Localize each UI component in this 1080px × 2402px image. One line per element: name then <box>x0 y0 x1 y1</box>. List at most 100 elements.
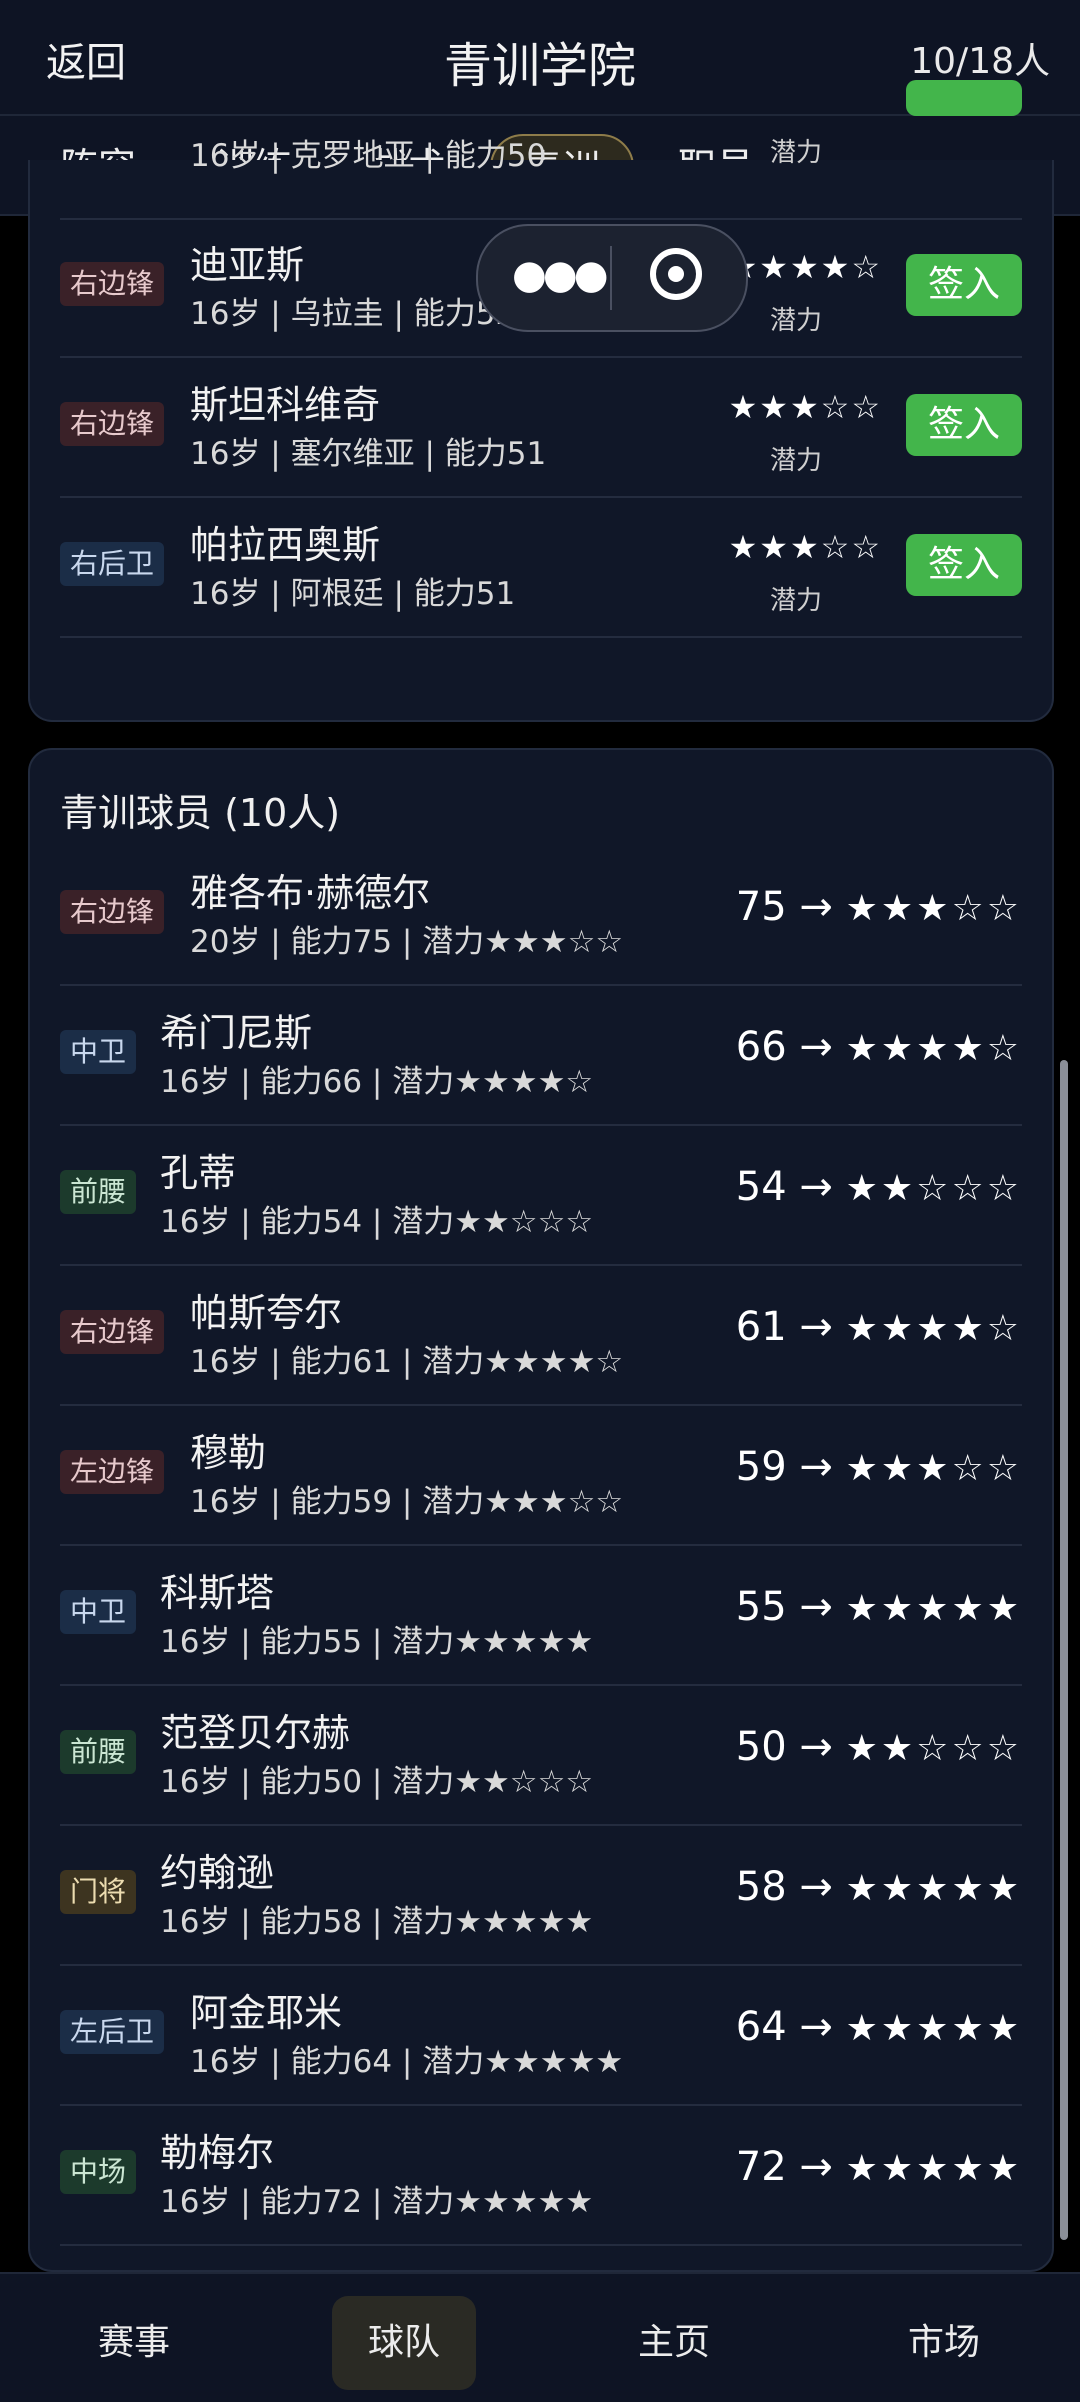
prospect-info: 16岁 | 乌拉圭 | 能力52 <box>190 296 516 332</box>
prospect-name: 迪亚斯 <box>190 243 305 287</box>
nav-home[interactable]: 主页 <box>602 2296 746 2390</box>
player-name: 约翰逊 <box>160 1851 275 1895</box>
position-badge: 右后卫 <box>60 542 165 586</box>
sign-button[interactable] <box>906 80 1022 116</box>
ability-potential: 58 → ★★★★★ <box>736 1864 1022 1910</box>
ability-value: 54 → <box>735 1164 833 1210</box>
player-row[interactable]: 右边锋 雅各布·赫德尔 20岁 | 能力75 | 潜力★★★☆☆ 75 → ★★… <box>60 846 1022 986</box>
player-row[interactable]: 中卫 科斯塔 16岁 | 能力55 | 潜力★★★★★ 55 → ★★★★★ <box>60 1546 1022 1686</box>
ability-value: 58 → <box>735 1864 833 1910</box>
player-row[interactable]: 门将 约翰逊 16岁 | 能力58 | 潜力★★★★★ 58 → ★★★★★ <box>60 1826 1022 1966</box>
position-badge: 中卫 <box>60 1590 137 1634</box>
ability-potential: 64 → ★★★★★ <box>736 2004 1022 2050</box>
sign-button[interactable]: 签入 <box>906 534 1022 596</box>
more-dots-icon[interactable]: ●●● <box>512 252 609 298</box>
player-name: 雅各布·赫德尔 <box>190 871 431 915</box>
player-info: 16岁 | 能力55 | 潜力★★★★★ <box>160 1624 594 1660</box>
ability-value: 50 → <box>735 1724 833 1770</box>
potential-stars: ★★★☆☆ <box>845 888 1022 929</box>
player-info: 16岁 | 能力66 | 潜力★★★★☆ <box>160 1064 594 1100</box>
ability-potential: 61 → ★★★★☆ <box>736 1304 1022 1350</box>
player-row[interactable]: 左后卫 阿金耶米 16岁 | 能力64 | 潜力★★★★★ 64 → ★★★★★ <box>60 1966 1022 2106</box>
prospect-row-partial: 16岁 | 克罗地亚 | 能力50 潜力 <box>60 80 1022 220</box>
prospect-info: 16岁 | 塞尔维亚 | 能力51 <box>190 436 547 472</box>
prospect-info: 16岁 | 克罗地亚 | 能力50 <box>190 138 547 174</box>
position-badge: 右边锋 <box>60 890 165 934</box>
sign-button[interactable]: 签入 <box>906 394 1022 456</box>
scrollbar[interactable] <box>1060 1060 1068 2240</box>
position-badge: 左边锋 <box>60 1450 165 1494</box>
player-name: 穆勒 <box>190 1431 267 1475</box>
position-badge: 前腰 <box>60 1730 137 1774</box>
potential-label: 潜力 <box>769 306 822 336</box>
potential-stars: ★★★☆☆ <box>845 1448 1022 1489</box>
ability-value: 75 → <box>735 884 833 930</box>
prospect-name: 帕拉西奥斯 <box>190 523 381 567</box>
ability-value: 64 → <box>735 2004 833 2050</box>
player-row[interactable]: 中场 勒梅尔 16岁 | 能力72 | 潜力★★★★★ 72 → ★★★★★ <box>60 2106 1022 2246</box>
ability-value: 59 → <box>735 1444 833 1490</box>
player-info: 16岁 | 能力54 | 潜力★★☆☆☆ <box>160 1204 594 1240</box>
ability-value: 72 → <box>735 2144 833 2190</box>
potential-stars: ★★★★☆ <box>845 1308 1022 1349</box>
potential-stars: ★★★★★ <box>845 2008 1022 2049</box>
ability-potential: 72 → ★★★★★ <box>736 2144 1022 2190</box>
player-row[interactable]: 前腰 范登贝尔赫 16岁 | 能力50 | 潜力★★☆☆☆ 50 → ★★☆☆☆ <box>60 1686 1022 1826</box>
player-name: 希门尼斯 <box>160 1011 313 1055</box>
player-row[interactable]: 前腰 孔蒂 16岁 | 能力54 | 潜力★★☆☆☆ 54 → ★★☆☆☆ <box>60 1126 1022 1266</box>
position-badge: 右边锋 <box>60 262 165 306</box>
ability-potential: 59 → ★★★☆☆ <box>736 1444 1022 1490</box>
nav-team[interactable]: 球队 <box>332 2296 476 2390</box>
prospect-info: 16岁 | 阿根廷 | 能力51 <box>190 576 516 612</box>
position-badge: 中卫 <box>60 1030 137 1074</box>
potential-label: 潜力 <box>769 446 822 476</box>
ability-potential: 54 → ★★☆☆☆ <box>736 1164 1022 1210</box>
potential-label: 潜力 <box>769 138 822 168</box>
prospect-name: 斯坦科维奇 <box>190 383 381 427</box>
nav-market[interactable]: 市场 <box>872 2296 1016 2390</box>
potential-stars: ★★★★☆ <box>845 1028 1022 1069</box>
player-row[interactable]: 右边锋 帕斯夸尔 16岁 | 能力61 | 潜力★★★★☆ 61 → ★★★★☆ <box>60 1266 1022 1406</box>
player-info: 16岁 | 能力50 | 潜力★★☆☆☆ <box>160 1764 594 1800</box>
player-row[interactable]: 中卫 希门尼斯 16岁 | 能力66 | 潜力★★★★☆ 66 → ★★★★☆ <box>60 986 1022 1126</box>
player-name: 勒梅尔 <box>160 2131 275 2175</box>
ability-value: 55 → <box>735 1584 833 1630</box>
position-badge: 门将 <box>60 1870 137 1914</box>
mini-program-capsule: ●●● <box>476 224 748 332</box>
player-name: 孔蒂 <box>160 1151 237 1195</box>
player-name: 阿金耶米 <box>190 1991 343 2035</box>
potential-stars: ★★★☆☆ <box>728 528 882 566</box>
player-info: 16岁 | 能力64 | 潜力★★★★★ <box>190 2044 624 2080</box>
ability-potential: 50 → ★★☆☆☆ <box>736 1724 1022 1770</box>
bottom-nav: 赛事 球队 主页 市场 <box>0 2272 1080 2402</box>
position-badge: 中场 <box>60 2150 137 2194</box>
position-badge: 前腰 <box>60 1170 137 1214</box>
player-row[interactable]: 左边锋 穆勒 16岁 | 能力59 | 潜力★★★☆☆ 59 → ★★★☆☆ <box>60 1406 1022 1546</box>
nav-matches[interactable]: 赛事 <box>62 2296 206 2390</box>
prospect-row: 右边锋 斯坦科维奇 16岁 | 塞尔维亚 | 能力51 ★★★☆☆ 潜力 签入 <box>60 358 1022 498</box>
player-name: 范登贝尔赫 <box>160 1711 351 1755</box>
target-circle-icon[interactable] <box>650 248 702 300</box>
position-badge: 右边锋 <box>60 402 165 446</box>
player-count: 10/18人 <box>910 41 1050 82</box>
player-info: 16岁 | 能力59 | 潜力★★★☆☆ <box>190 1484 624 1520</box>
potential-stars: ★★☆☆☆ <box>845 1728 1022 1769</box>
section-title: 青训球员 (10人) <box>60 791 341 835</box>
prospect-row: 右后卫 帕拉西奥斯 16岁 | 阿根廷 | 能力51 ★★★☆☆ 潜力 签入 <box>60 498 1022 638</box>
position-badge: 左后卫 <box>60 2010 165 2054</box>
potential-stars: ★★★★★ <box>845 2148 1022 2189</box>
potential-stars: ★★★★☆ <box>728 248 882 286</box>
youth-players-panel: 青训球员 (10人) 右边锋 雅各布·赫德尔 20岁 | 能力75 | 潜力★★… <box>28 748 1054 2272</box>
position-badge: 右边锋 <box>60 1310 165 1354</box>
ability-potential: 55 → ★★★★★ <box>736 1584 1022 1630</box>
potential-label: 潜力 <box>769 586 822 616</box>
ability-value: 66 → <box>735 1024 833 1070</box>
potential-stars: ★★★★★ <box>845 1588 1022 1629</box>
sign-button[interactable]: 签入 <box>906 254 1022 316</box>
capsule-divider <box>610 246 612 310</box>
player-info: 16岁 | 能力58 | 潜力★★★★★ <box>160 1904 594 1940</box>
potential-stars: ★★★☆☆ <box>728 388 882 426</box>
player-info: 20岁 | 能力75 | 潜力★★★☆☆ <box>190 924 624 960</box>
ability-potential: 66 → ★★★★☆ <box>736 1024 1022 1070</box>
player-name: 科斯塔 <box>160 1571 275 1615</box>
